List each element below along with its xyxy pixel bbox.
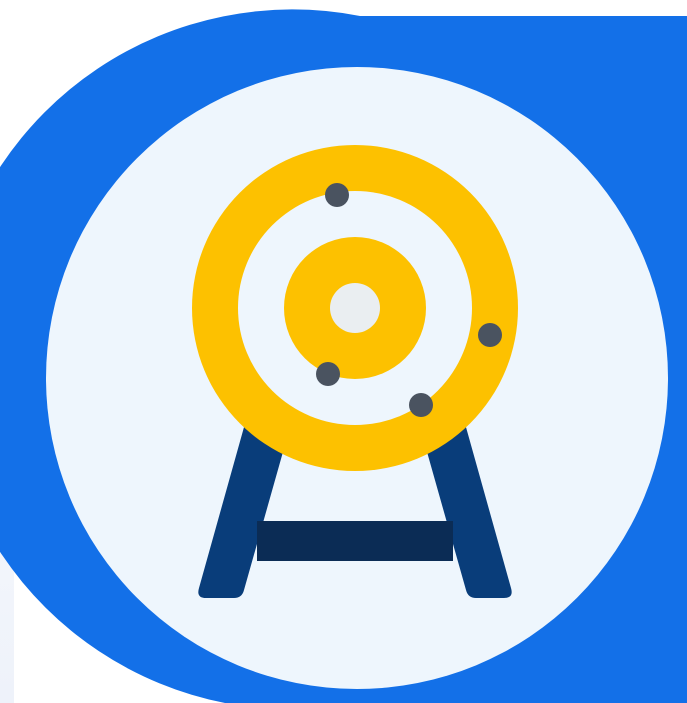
target-badge-icon bbox=[0, 9, 687, 703]
target-face bbox=[192, 145, 518, 471]
arrow-hole bbox=[478, 323, 502, 347]
arrow-hole bbox=[409, 393, 433, 417]
arrow-hole bbox=[316, 362, 340, 386]
target-bullseye bbox=[330, 283, 380, 333]
stand-crossbar bbox=[257, 521, 453, 561]
icon-canvas bbox=[0, 0, 687, 703]
arrow-hole bbox=[325, 183, 349, 207]
